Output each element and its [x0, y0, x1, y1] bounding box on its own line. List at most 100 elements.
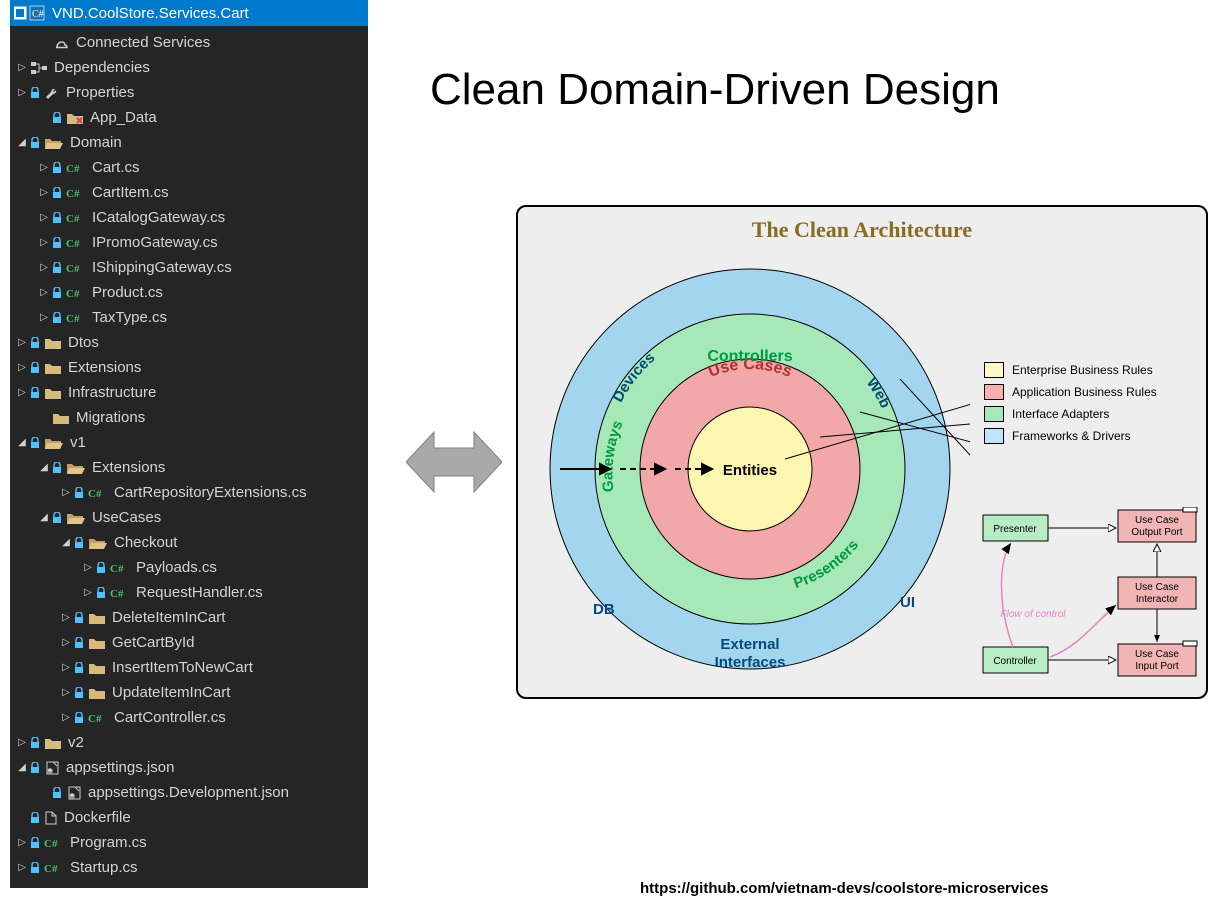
- tree-item[interactable]: ▷UpdateItemInCart: [10, 680, 368, 705]
- tree-item-label: appsettings.json: [66, 759, 174, 776]
- folder-open-icon: [66, 461, 86, 475]
- tree-item[interactable]: ▷C#ICatalogGateway.cs: [10, 205, 368, 230]
- expand-toggle-icon[interactable]: ◢: [16, 762, 28, 773]
- tree-item[interactable]: App_Data: [10, 105, 368, 130]
- diagram-title: The Clean Architecture: [518, 217, 1206, 243]
- tree-item[interactable]: ▷Dependencies: [10, 55, 368, 80]
- tree-item[interactable]: ▷C#Program.cs: [10, 830, 368, 855]
- tree-item[interactable]: ▷C#Cart.cs: [10, 155, 368, 180]
- legend-item: Frameworks & Drivers: [984, 428, 1157, 444]
- folder-icon: [88, 611, 106, 625]
- folder-icon: [44, 736, 62, 750]
- csharp-file-icon: C#: [66, 286, 86, 300]
- tree-item[interactable]: appsettings.Development.json: [10, 780, 368, 805]
- svg-text:Use Case: Use Case: [1135, 649, 1179, 660]
- tree-item[interactable]: ◢Extensions: [10, 455, 368, 480]
- expand-toggle-icon[interactable]: ▷: [38, 312, 50, 323]
- tree-item[interactable]: ▷ C# Product.cs: [10, 280, 368, 305]
- tree-item[interactable]: ▷Properties: [10, 80, 368, 105]
- tree-item[interactable]: Migrations: [10, 405, 368, 430]
- project-header[interactable]: C# VND.CoolStore.Services.Cart: [10, 0, 368, 26]
- tree-item[interactable]: ◢v1: [10, 430, 368, 455]
- expand-toggle-icon[interactable]: ▷: [16, 387, 28, 398]
- csharp-file-icon: C#: [110, 561, 130, 575]
- tree-item[interactable]: ◢Domain: [10, 130, 368, 155]
- tree-item[interactable]: ◢Checkout: [10, 530, 368, 555]
- tree-item[interactable]: ▷C#CartRepositoryExtensions.cs: [10, 480, 368, 505]
- expand-toggle-icon[interactable]: ▷: [38, 187, 50, 198]
- lock-icon: [30, 387, 40, 399]
- tree-item[interactable]: ▷C#TaxType.cs: [10, 305, 368, 330]
- legend-label: Interface Adapters: [1012, 407, 1109, 421]
- expand-toggle-icon[interactable]: ▷: [16, 737, 28, 748]
- folder-open-icon: [88, 536, 108, 550]
- expand-toggle-icon[interactable]: ▷: [38, 287, 50, 298]
- tree-item[interactable]: ▷Infrastructure: [10, 380, 368, 405]
- lock-icon: [74, 637, 84, 649]
- tree-item-label: CartController.cs: [114, 709, 226, 726]
- expand-toggle-icon[interactable]: ▷: [82, 562, 94, 573]
- tree-item[interactable]: ▷DeleteItemInCart: [10, 605, 368, 630]
- svg-text:Use Case: Use Case: [1135, 515, 1179, 526]
- lock-icon: [30, 87, 40, 99]
- tree-item[interactable]: ◢UseCases: [10, 505, 368, 530]
- legend-item: Enterprise Business Rules: [984, 362, 1157, 378]
- csharp-file-icon: C#: [66, 186, 86, 200]
- tree-item[interactable]: ▷C#CartItem.cs: [10, 180, 368, 205]
- expand-toggle-icon[interactable]: ◢: [16, 437, 28, 448]
- svg-text:C#: C#: [66, 263, 80, 275]
- expand-toggle-icon[interactable]: ▷: [60, 487, 72, 498]
- tree-item[interactable]: Dockerfile: [10, 805, 368, 830]
- expand-toggle-icon[interactable]: ◢: [38, 512, 50, 523]
- lock-icon: [30, 862, 40, 874]
- tree-item[interactable]: Connected Services: [10, 30, 368, 55]
- tree-item[interactable]: ▷C#IPromoGateway.cs: [10, 230, 368, 255]
- lock-icon: [30, 137, 40, 149]
- tree-item[interactable]: ▷Extensions: [10, 355, 368, 380]
- expand-toggle-icon[interactable]: ▷: [38, 262, 50, 273]
- csharp-file-icon: C#: [88, 711, 108, 725]
- solution-explorer: C# VND.CoolStore.Services.Cart Connected…: [10, 0, 368, 888]
- tree-item[interactable]: ▷C#Startup.cs: [10, 855, 368, 880]
- expand-toggle-icon[interactable]: ▷: [16, 87, 28, 98]
- expand-toggle-icon[interactable]: ▷: [60, 637, 72, 648]
- expand-toggle-icon[interactable]: ◢: [60, 537, 72, 548]
- tree-item[interactable]: ▷GetCartById: [10, 630, 368, 655]
- tree-item[interactable]: ▷C#RequestHandler.cs: [10, 580, 368, 605]
- svg-text:C#: C#: [32, 9, 44, 20]
- tree-item[interactable]: ▷ C# CartController.cs: [10, 705, 368, 730]
- expand-toggle-icon[interactable]: ▷: [16, 837, 28, 848]
- expand-toggle-icon[interactable]: ▷: [60, 662, 72, 673]
- dependencies-icon: [30, 61, 48, 75]
- tree-item[interactable]: ◢ appsettings.json: [10, 755, 368, 780]
- expand-toggle-icon[interactable]: ▷: [16, 362, 28, 373]
- csharp-file-icon: C#: [66, 261, 86, 275]
- expand-toggle-icon[interactable]: ▷: [16, 62, 28, 73]
- tree-item[interactable]: ▷C#Payloads.cs: [10, 555, 368, 580]
- svg-text:Output Port: Output Port: [1131, 527, 1182, 538]
- expand-toggle-icon[interactable]: ▷: [38, 212, 50, 223]
- expand-toggle-icon[interactable]: ▷: [60, 687, 72, 698]
- expand-toggle-icon[interactable]: ▷: [38, 162, 50, 173]
- tree-item[interactable]: ▷v2: [10, 730, 368, 755]
- expand-toggle-icon[interactable]: ▷: [82, 587, 94, 598]
- expand-toggle-icon[interactable]: ◢: [38, 462, 50, 473]
- expand-toggle-icon[interactable]: ▷: [16, 337, 28, 348]
- tree-item[interactable]: ▷InsertItemToNewCart: [10, 655, 368, 680]
- svg-text:Interactor: Interactor: [1136, 594, 1179, 605]
- tree-item-label: Migrations: [76, 409, 145, 426]
- expand-toggle-icon[interactable]: ▷: [60, 612, 72, 623]
- tree-item[interactable]: ▷Dtos: [10, 330, 368, 355]
- expand-toggle-icon[interactable]: ▷: [60, 712, 72, 723]
- footer-link[interactable]: https://github.com/vietnam-devs/coolstor…: [640, 880, 1048, 897]
- flow-of-control: Presenter Controller Use CaseOutput Port…: [978, 507, 1203, 692]
- tree-item-label: Product.cs: [92, 284, 163, 301]
- expand-toggle-icon[interactable]: ▷: [16, 862, 28, 873]
- file-tree: Connected Services▷Dependencies▷Properti…: [10, 26, 368, 888]
- expand-toggle-icon[interactable]: ▷: [38, 237, 50, 248]
- tree-item[interactable]: ▷C#IShippingGateway.cs: [10, 255, 368, 280]
- legend-item: Application Business Rules: [984, 384, 1157, 400]
- svg-text:C#: C#: [44, 863, 58, 875]
- expand-toggle-icon[interactable]: ◢: [16, 137, 28, 148]
- lock-icon: [52, 262, 62, 274]
